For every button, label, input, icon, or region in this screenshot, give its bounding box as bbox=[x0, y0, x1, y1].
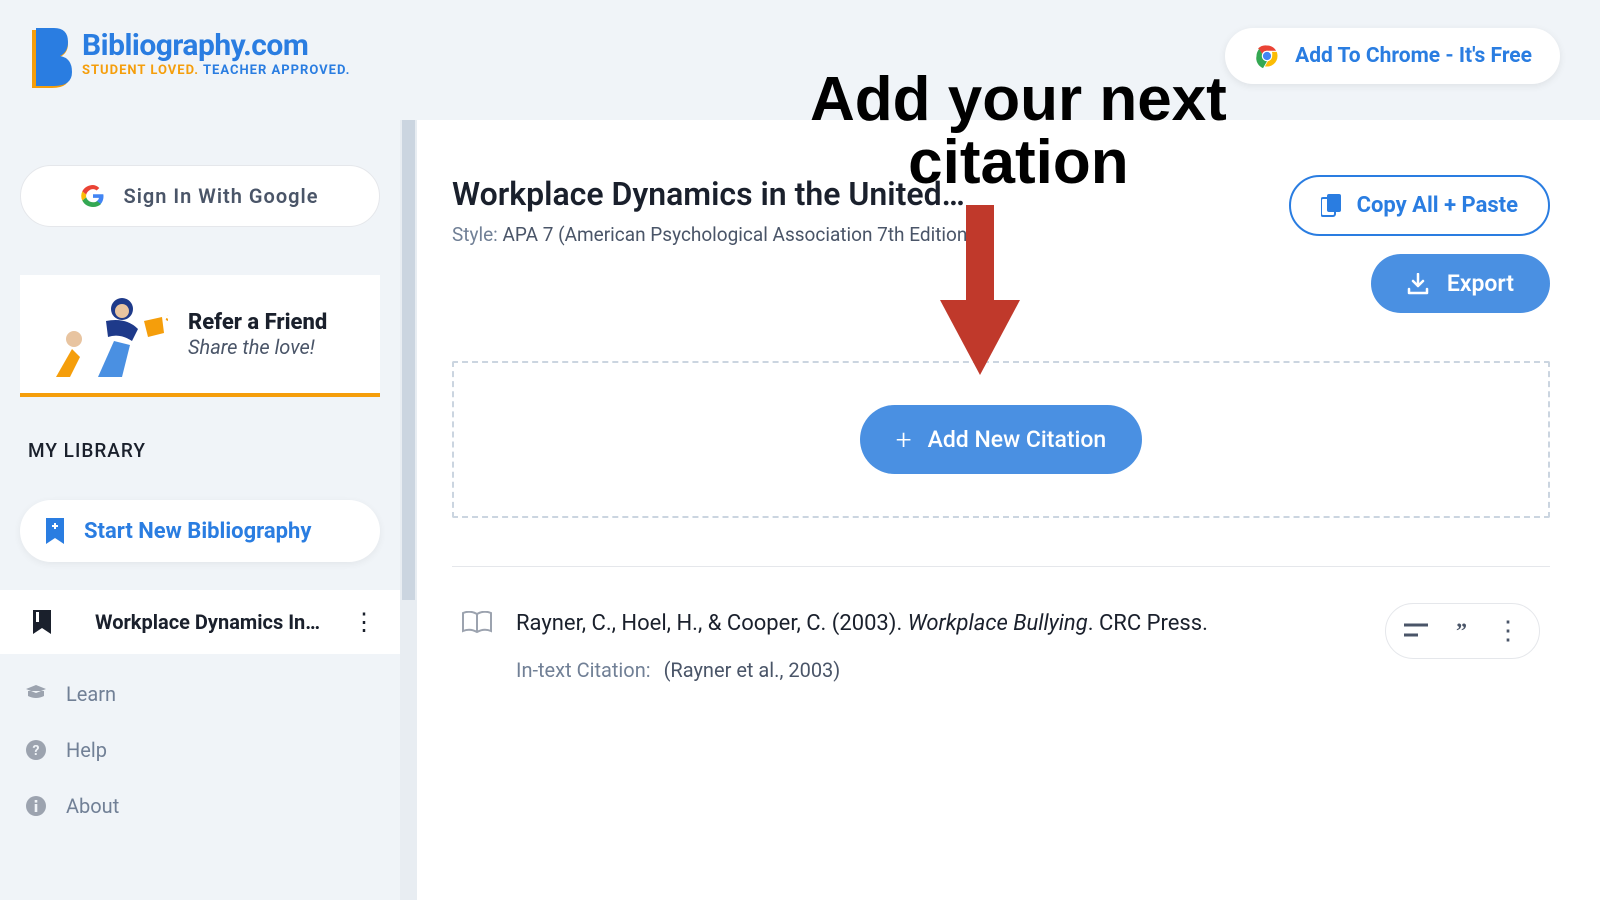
google-signin-label: Sign In With Google bbox=[123, 184, 318, 208]
logo-mark-icon bbox=[22, 28, 72, 90]
logo-title: Bibliography.com bbox=[82, 28, 350, 63]
citation-actions: ” ⋮ bbox=[1385, 603, 1540, 659]
more-vert-icon[interactable]: ⋮ bbox=[342, 608, 386, 636]
google-signin-button[interactable]: Sign In With Google bbox=[20, 165, 380, 227]
start-new-label: Start New Bibliography bbox=[84, 519, 311, 544]
nav-learn[interactable]: Learn bbox=[20, 666, 380, 722]
nav-help-label: Help bbox=[66, 738, 107, 762]
sidebar: Sign In With Google Refer a Friend Share… bbox=[0, 120, 400, 900]
citation-text[interactable]: Rayner, C., Hoel, H., & Cooper, C. (2003… bbox=[516, 609, 1361, 640]
page-title: Workplace Dynamics in the United… bbox=[452, 175, 974, 213]
nav-about[interactable]: About bbox=[20, 778, 380, 834]
sidebar-library-item[interactable]: Workplace Dynamics In … ⋮ bbox=[0, 590, 400, 654]
google-icon bbox=[81, 184, 105, 208]
scrollbar-track[interactable] bbox=[400, 120, 417, 900]
library-item-name: Workplace Dynamics In … bbox=[70, 610, 324, 634]
plus-icon: + bbox=[896, 423, 912, 456]
library-label: MY LIBRARY bbox=[28, 439, 372, 462]
start-new-bibliography-button[interactable]: Start New Bibliography bbox=[20, 500, 380, 562]
more-vert-icon[interactable]: ⋮ bbox=[1495, 616, 1521, 646]
chrome-icon bbox=[1253, 42, 1281, 70]
refer-friend-card[interactable]: Refer a Friend Share the love! bbox=[20, 275, 380, 397]
copy-all-button[interactable]: Copy All + Paste bbox=[1289, 175, 1550, 236]
nav-learn-label: Learn bbox=[66, 682, 116, 706]
export-button[interactable]: Export bbox=[1371, 254, 1550, 313]
export-label: Export bbox=[1447, 270, 1514, 297]
nav-about-label: About bbox=[66, 794, 119, 818]
logo[interactable]: Bibliography.com STUDENT LOVED. TEACHER … bbox=[22, 28, 350, 90]
learn-icon bbox=[24, 685, 48, 703]
add-new-label: Add New Citation bbox=[928, 426, 1107, 453]
add-new-citation-button[interactable]: + Add New Citation bbox=[860, 405, 1142, 474]
refer-subtitle: Share the love! bbox=[188, 335, 327, 359]
copy-icon bbox=[1321, 194, 1343, 218]
refer-illustration-icon bbox=[38, 289, 168, 379]
copy-all-label: Copy All + Paste bbox=[1357, 193, 1518, 218]
add-to-chrome-label: Add To Chrome - It's Free bbox=[1295, 44, 1532, 68]
book-icon bbox=[462, 611, 492, 635]
quote-icon[interactable]: ” bbox=[1456, 618, 1467, 644]
bookmark-icon bbox=[14, 610, 52, 634]
bookmark-plus-icon bbox=[44, 518, 66, 544]
citation-row: Rayner, C., Hoel, H., & Cooper, C. (2003… bbox=[452, 566, 1550, 682]
logo-tagline: STUDENT LOVED. TEACHER APPROVED. bbox=[82, 63, 350, 78]
add-citation-zone: + Add New Citation bbox=[452, 361, 1550, 518]
citation-style: Style: APA 7 (American Psychological Ass… bbox=[452, 223, 974, 246]
svg-text:?: ? bbox=[33, 743, 40, 759]
intext-citation: In-text Citation: (Rayner et al., 2003) bbox=[516, 658, 1361, 682]
help-icon: ? bbox=[24, 739, 48, 761]
scrollbar-thumb[interactable] bbox=[402, 120, 415, 600]
site-header: Bibliography.com STUDENT LOVED. TEACHER … bbox=[0, 0, 1600, 100]
refer-title: Refer a Friend bbox=[188, 310, 327, 335]
info-icon bbox=[24, 795, 48, 817]
download-icon bbox=[1407, 273, 1429, 295]
notes-icon[interactable] bbox=[1404, 623, 1428, 639]
add-to-chrome-button[interactable]: Add To Chrome - It's Free bbox=[1225, 28, 1560, 84]
main-content: Workplace Dynamics in the United… Style:… bbox=[417, 120, 1600, 900]
nav-help[interactable]: ? Help bbox=[20, 722, 380, 778]
